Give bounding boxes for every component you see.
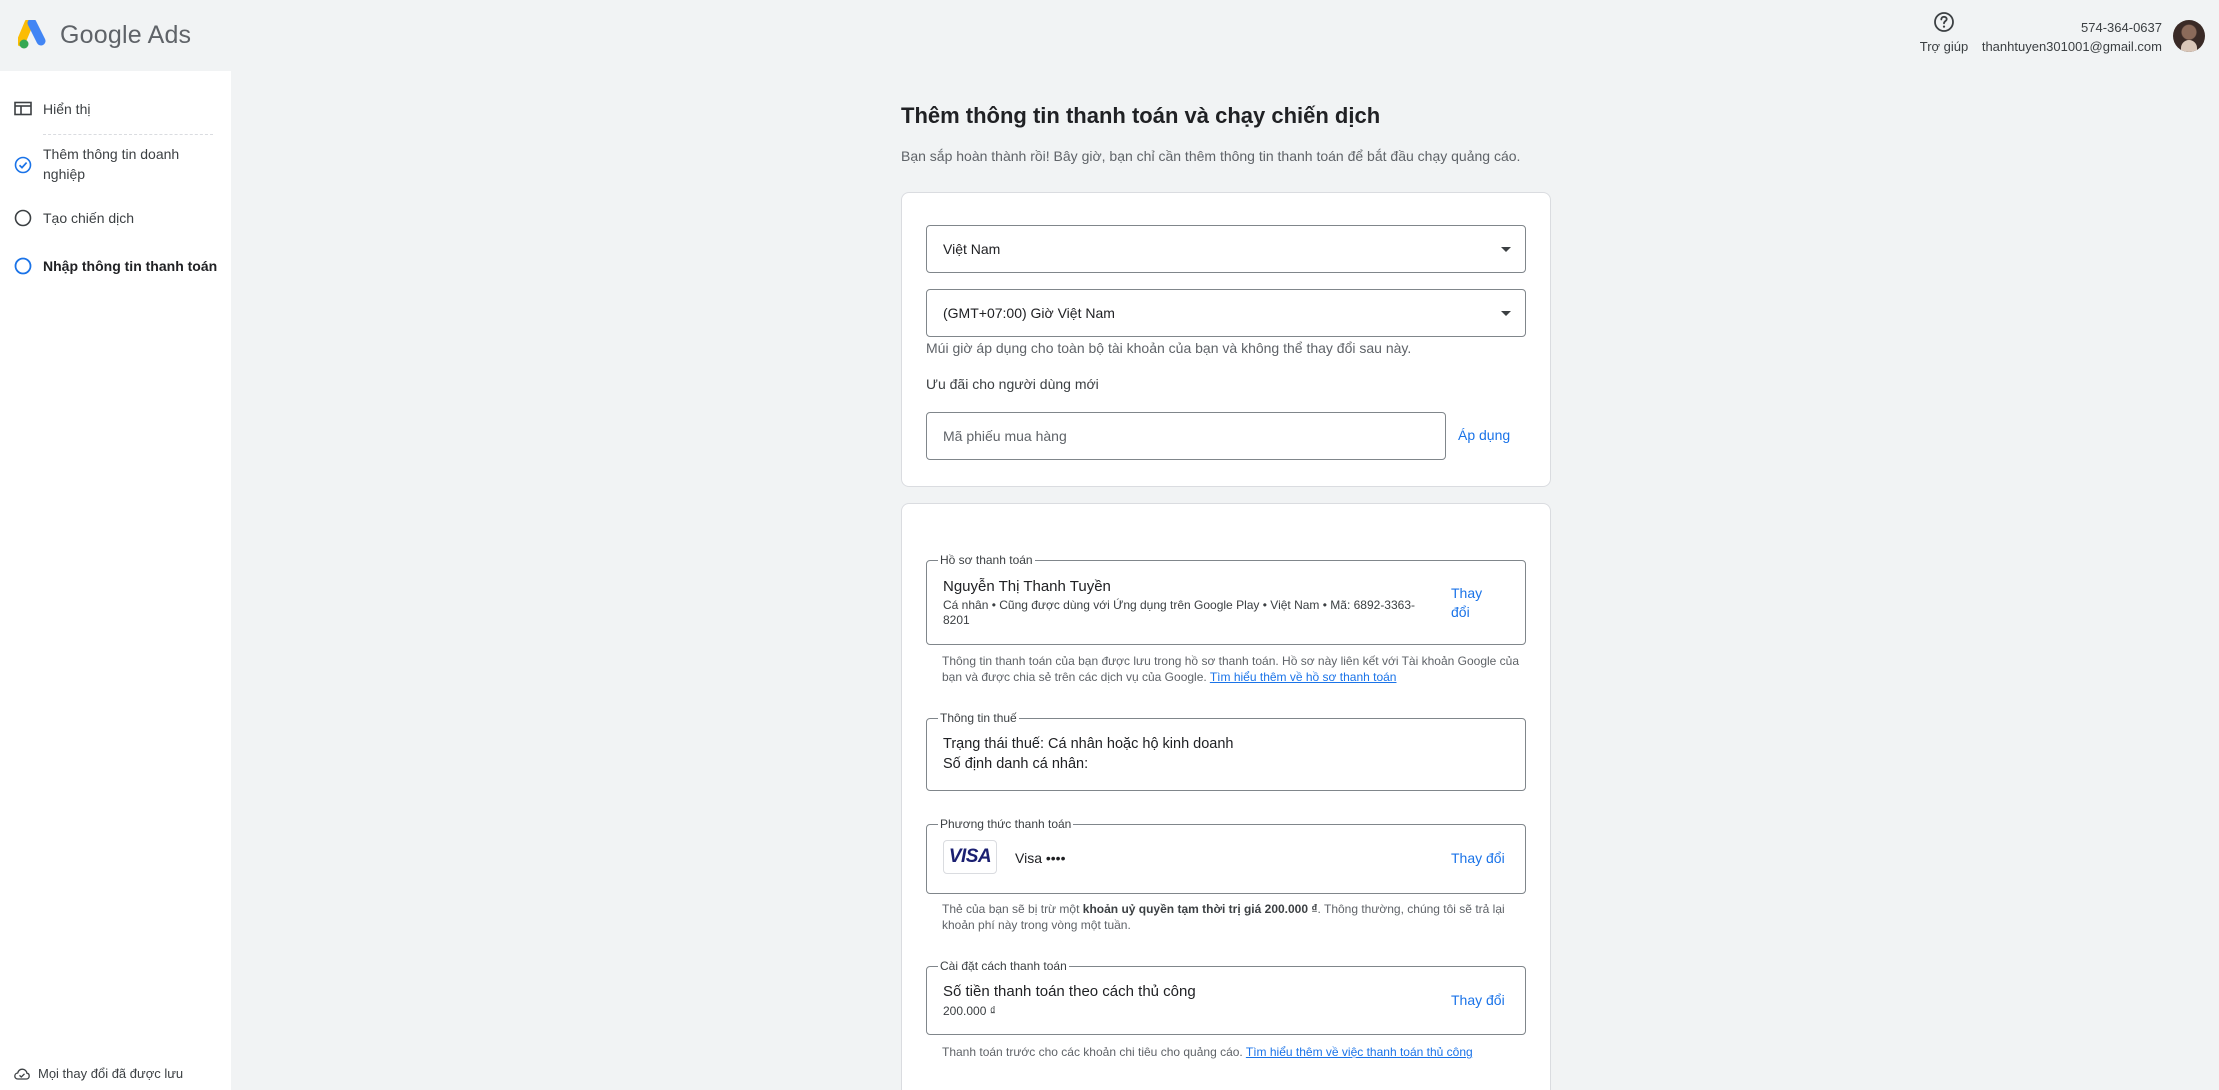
authorization-note-pre: Thẻ của bạn sẽ bị trừ một [942, 902, 1083, 916]
payment-setting-note-text: Thanh toán trước cho các khoản chi tiêu … [942, 1045, 1243, 1059]
sidebar-item-label: Thêm thông tin doanh nghiệp [43, 146, 180, 182]
visa-card-icon: VISA [943, 840, 997, 874]
display-icon [14, 101, 32, 116]
dropdown-arrow-icon [1501, 311, 1511, 316]
authorization-note: Thẻ của bạn sẽ bị trừ một khoản uỷ quyền… [942, 901, 1527, 933]
sidebar: Hiển thị Thêm thông tin doanh nghiệp Tạo… [0, 71, 231, 1090]
payment-setting-title: Số tiền thanh toán theo cách thủ công [943, 983, 1196, 1000]
change-payment-profile-button[interactable]: Thay đổi [1451, 584, 1501, 622]
promo-label: Ưu đãi cho người dùng mới [926, 376, 1099, 392]
top-app-bar: Google Ads Trợ giúp 574-364-0637 thanhtu… [0, 0, 2219, 71]
dropdown-arrow-icon [1501, 247, 1511, 252]
payment-profile-details: Cá nhân • Cũng được dùng với Ứng dụng tr… [943, 598, 1416, 627]
visa-logo-text: VISA [948, 846, 992, 867]
check-circle-icon [14, 156, 32, 174]
sidebar-item-label: Nhập thông tin thanh toán [43, 258, 218, 274]
tax-info-box: Thông tin thuế Trạng thái thuế: Cá nhân … [926, 711, 1526, 791]
timezone-select[interactable]: (GMT+07:00) Giờ Việt Nam [926, 289, 1526, 337]
payment-profile-learn-more-link[interactable]: Tìm hiểu thêm về hồ sơ thanh toán [1210, 670, 1397, 684]
payment-setting-box: Cài đặt cách thanh toán Số tiền thanh to… [926, 959, 1526, 1035]
empty-circle-icon [14, 209, 32, 227]
apply-promo-button[interactable]: Áp dụng [1458, 427, 1510, 443]
payment-profile-legend: Hồ sơ thanh toán [938, 553, 1035, 567]
tax-status: Trạng thái thuế: Cá nhân hoặc hộ kinh do… [943, 736, 1234, 752]
payment-setting-amount: 200.000 ₫ [943, 1004, 996, 1018]
payment-method-box: Phương thức thanh toán VISA Visa •••• Th… [926, 817, 1526, 894]
help-button[interactable]: Trợ giúp [1912, 11, 1976, 54]
card-label: Visa •••• [1015, 850, 1066, 866]
avatar[interactable] [2173, 20, 2205, 52]
page-subtitle: Bạn sắp hoàn thành rồi! Bây giờ, bạn chỉ… [901, 148, 1521, 164]
change-payment-setting-button[interactable]: Thay đổi [1451, 991, 1505, 1010]
google-ads-logo-icon [18, 20, 46, 49]
tax-id-label: Số định danh cá nhân: [943, 756, 1089, 772]
sidebar-divider [43, 134, 213, 135]
active-circle-icon [14, 257, 32, 275]
payment-setting-legend: Cài đặt cách thanh toán [938, 959, 1069, 973]
cloud-done-icon [14, 1068, 30, 1080]
brand-name: Google Ads [60, 20, 192, 49]
tax-info-legend: Thông tin thuế [938, 711, 1019, 725]
payment-method-legend: Phương thức thanh toán [938, 817, 1074, 831]
country-select-value: Việt Nam [943, 241, 1001, 257]
payment-profile-note: Thông tin thanh toán của bạn được lưu tr… [942, 653, 1527, 685]
authorization-note-bold: khoản uỷ quyền tạm thời trị giá 200.000 … [1082, 902, 1318, 916]
timezone-hint: Múi giờ áp dụng cho toàn bộ tài khoản củ… [926, 340, 1412, 356]
account-email: thanhtuyen301001@gmail.com [1981, 39, 2162, 54]
country-select[interactable]: Việt Nam [926, 225, 1526, 273]
save-status-text: Mọi thay đổi đã được lưu [38, 1066, 184, 1081]
sidebar-item-label: Tạo chiến dịch [43, 210, 135, 226]
timezone-select-value: (GMT+07:00) Giờ Việt Nam [943, 305, 1115, 321]
page-title: Thêm thông tin thanh toán và chạy chiến … [901, 103, 1381, 128]
help-icon [1934, 12, 1954, 32]
payment-setting-note: Thanh toán trước cho các khoản chi tiêu … [942, 1044, 1527, 1060]
save-status: Mọi thay đổi đã được lưu [14, 1066, 183, 1081]
payment-profile-box: Hồ sơ thanh toán Nguyễn Thị Thanh Tuyền … [926, 553, 1526, 645]
promo-code-input[interactable] [926, 412, 1446, 460]
account-info[interactable]: 574-364-0637 thanhtuyen301001@gmail.com [1982, 20, 2162, 55]
payment-profile-name: Nguyễn Thị Thanh Tuyền [943, 578, 1111, 595]
manual-payment-learn-more-link[interactable]: Tìm hiểu thêm về việc thanh toán thủ côn… [1246, 1045, 1473, 1059]
account-phone: 574-364-0637 [2081, 20, 2162, 35]
help-label: Trợ giúp [1919, 39, 1969, 54]
sidebar-item-label: Hiển thị [43, 101, 91, 117]
google-ads-logo[interactable]: Google Ads [18, 20, 191, 50]
change-payment-method-button[interactable]: Thay đổi [1451, 849, 1505, 868]
